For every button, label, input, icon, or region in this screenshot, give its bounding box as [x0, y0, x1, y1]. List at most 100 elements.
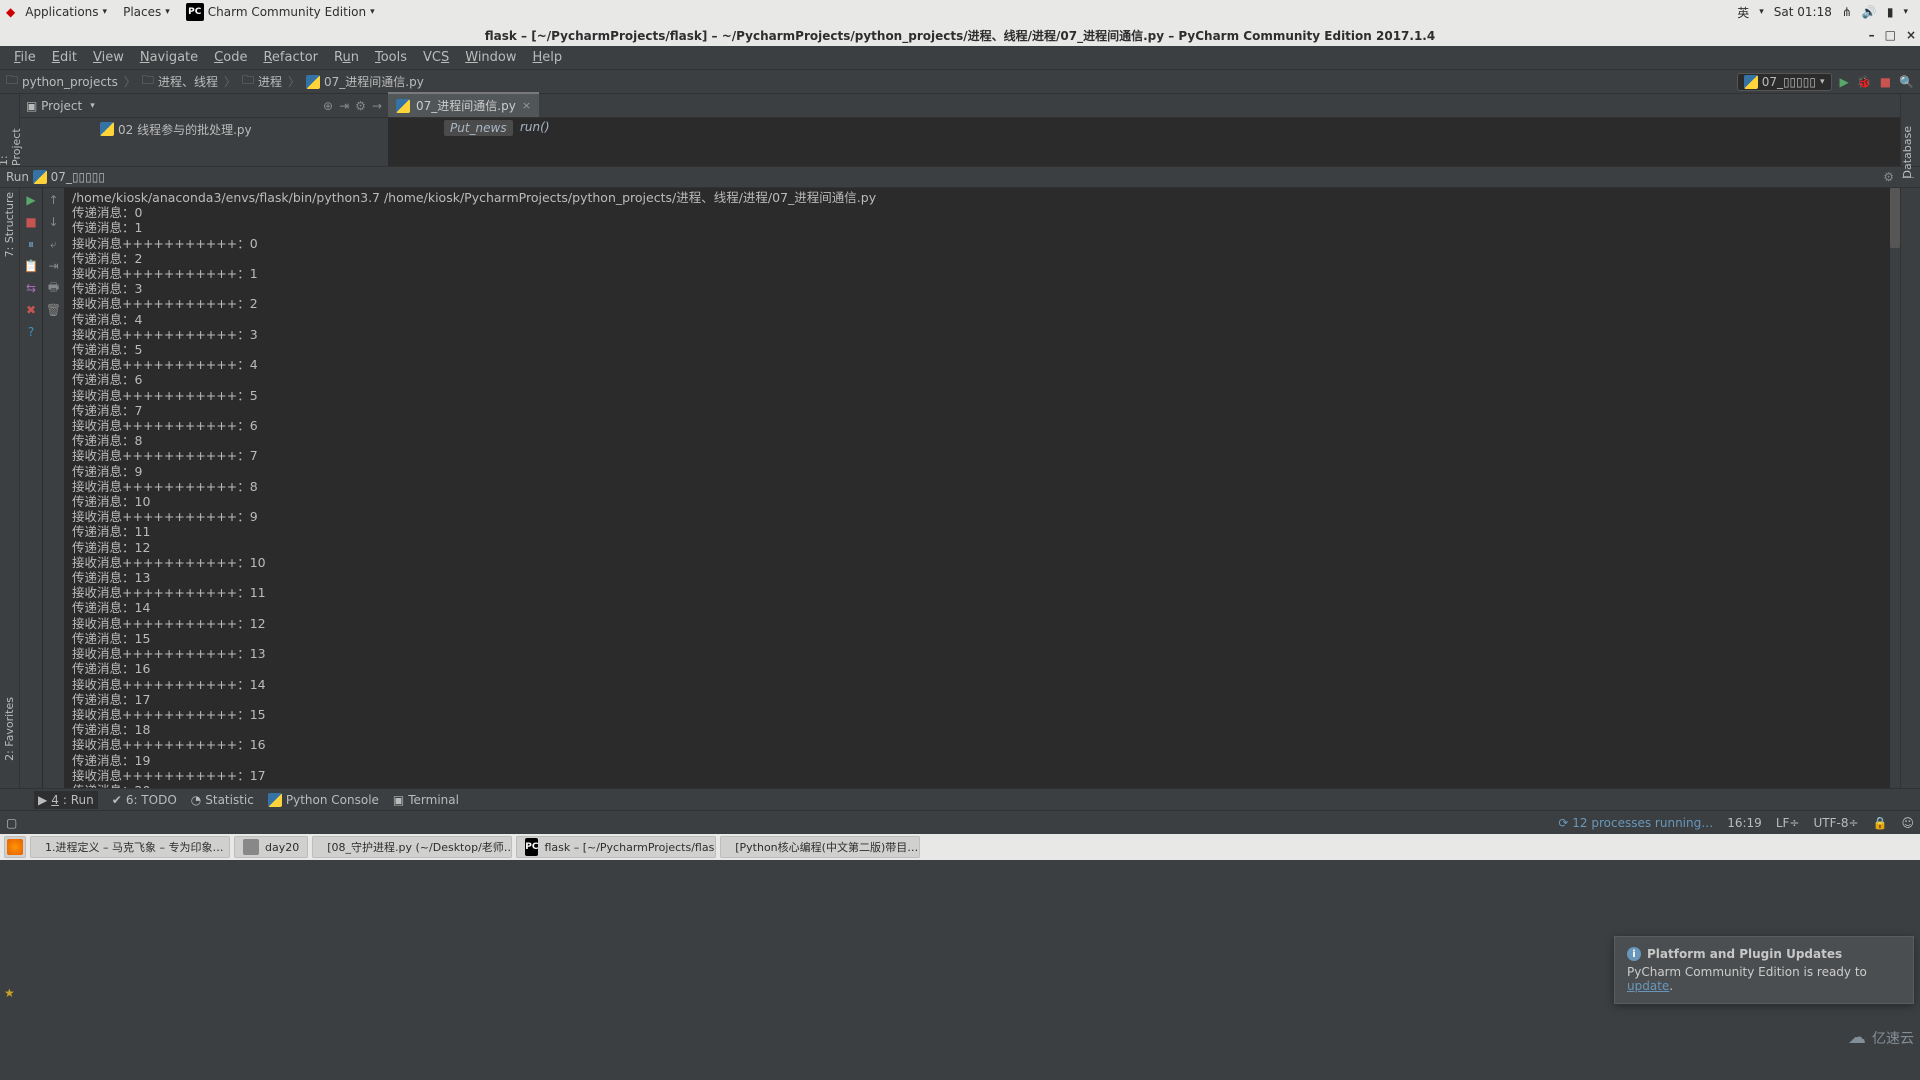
- editor-tabs: 07_进程间通信.py ×: [388, 94, 1900, 118]
- update-link[interactable]: update: [1627, 979, 1669, 993]
- bottom-tool-tabs: ▶ 4: 4: RunRun ✔ 6: TODO ◔ Statistic Pyt…: [0, 788, 1920, 810]
- settings-icon[interactable]: ⚙: [355, 99, 366, 113]
- network-icon[interactable]: ⋔: [1842, 5, 1852, 19]
- applications-menu[interactable]: Applications ▾: [19, 3, 113, 21]
- scroll-to-source-icon[interactable]: ⊕: [323, 99, 333, 113]
- close-tab-icon[interactable]: ×: [522, 99, 531, 112]
- menu-edit[interactable]: Edit: [44, 48, 85, 67]
- tab-project[interactable]: 1: Project: [0, 122, 23, 166]
- down-icon[interactable]: ↓: [46, 214, 62, 230]
- status-bar-toggle-icon[interactable]: ▢: [6, 816, 17, 830]
- settings-icon[interactable]: ⚙: [1883, 170, 1894, 184]
- left-tool-stripe: 1: Project: [0, 118, 20, 166]
- background-tasks[interactable]: ⟳ 12 processes running…: [1558, 816, 1713, 830]
- tab-run[interactable]: ▶ 4: 4: RunRun: [34, 791, 98, 809]
- code-breadcrumb-2[interactable]: run(): [520, 120, 550, 134]
- python-file-icon: [100, 122, 114, 136]
- clear-icon[interactable]: 🗑: [46, 302, 62, 318]
- navigation-bar: 🗀python_projects〉 🗀进程、线程〉 🗀进程〉 07_进程间通信.…: [0, 70, 1920, 94]
- taskbar-item-1[interactable]: 1.进程定义 – 马克飞象 – 专为印象…: [30, 836, 230, 858]
- help-icon[interactable]: ?: [23, 324, 39, 340]
- input-method-indicator[interactable]: 英: [1737, 4, 1749, 21]
- console-output[interactable]: /home/kiosk/anaconda3/envs/flask/bin/pyt…: [64, 188, 1900, 788]
- active-app-menu[interactable]: PC Charm Community Edition ▾: [180, 1, 381, 23]
- taskbar-item-5[interactable]: [Python核心编程(中文第二版)带目…: [720, 836, 920, 858]
- firefox-icon: [7, 839, 23, 855]
- run-tool-window: 7: Structure 2: Favorites ★ ▶ ■ ⏸ 📋 ⇆ ✖ …: [0, 188, 1920, 788]
- window-title-bar: flask – [~/PycharmProjects/flask] – ~/Py…: [0, 24, 1920, 46]
- code-breadcrumb-1[interactable]: Put_news: [444, 120, 513, 136]
- hektor-icon[interactable]: ☺: [1901, 816, 1914, 830]
- dropdown-icon[interactable]: ▾: [90, 101, 95, 111]
- print-icon[interactable]: 🖶: [46, 280, 62, 296]
- tab-structure[interactable]: 7: Structure: [3, 192, 16, 257]
- desktop-top-bar: ◆ Applications ▾ Places ▾ PC Charm Commu…: [0, 0, 1920, 24]
- editor-tab-active[interactable]: 07_进程间通信.py ×: [388, 92, 539, 117]
- folder-icon: 🗀: [142, 71, 154, 92]
- search-everywhere-button[interactable]: 🔍: [1899, 75, 1914, 89]
- menu-window[interactable]: Window: [457, 48, 524, 67]
- menu-refactor[interactable]: Refactor: [255, 48, 326, 67]
- menu-code[interactable]: Code: [206, 48, 255, 67]
- close-icon[interactable]: ✖: [23, 302, 39, 318]
- stop-button[interactable]: ■: [1880, 75, 1891, 89]
- dump-threads-icon[interactable]: 📋: [23, 258, 39, 274]
- minimize-button[interactable]: –: [1869, 28, 1875, 42]
- python-file-icon: [33, 170, 47, 184]
- volume-icon[interactable]: 🔊: [1862, 5, 1877, 19]
- line-separator[interactable]: LF÷: [1776, 816, 1800, 830]
- caret-position[interactable]: 16:19: [1727, 816, 1762, 830]
- project-view-selector[interactable]: ▣ Project: [26, 99, 82, 113]
- tab-statistic[interactable]: ◔ Statistic: [191, 793, 254, 807]
- menu-navigate[interactable]: Navigate: [132, 48, 206, 67]
- menu-tools[interactable]: Tools: [367, 48, 415, 67]
- pycharm-icon: PC: [525, 838, 538, 856]
- editor-area[interactable]: Put_news run(): [388, 118, 1900, 166]
- run-button[interactable]: ▶: [1840, 75, 1849, 89]
- run-config-selector[interactable]: 07_▯▯▯▯▯ ▾: [1737, 73, 1832, 91]
- collapse-all-icon[interactable]: ⇥: [339, 99, 349, 113]
- tab-terminal[interactable]: ▣ Terminal: [393, 793, 459, 807]
- file-encoding[interactable]: UTF-8÷: [1813, 816, 1858, 830]
- crumb-file[interactable]: 07_进程间通信.py: [306, 73, 424, 90]
- tab-favorites[interactable]: 2: Favorites: [3, 697, 16, 761]
- menu-view[interactable]: View: [85, 48, 132, 67]
- stop-button[interactable]: ■: [23, 214, 39, 230]
- project-tree-item[interactable]: 02 线程参与的批处理.py: [20, 118, 388, 140]
- notification-balloon[interactable]: iPlatform and Plugin Updates PyCharm Com…: [1614, 936, 1914, 1004]
- hide-icon[interactable]: →: [372, 99, 382, 113]
- up-icon[interactable]: ↑: [46, 192, 62, 208]
- crumb-folder-2[interactable]: 🗀进程: [242, 71, 282, 92]
- scroll-to-end-icon[interactable]: ⇥: [46, 258, 62, 274]
- maximize-button[interactable]: □: [1885, 28, 1896, 42]
- main-menu-bar: File Edit View Navigate Code Refactor Ru…: [0, 46, 1920, 70]
- menu-file[interactable]: File: [6, 48, 44, 67]
- tab-database[interactable]: Database: [1901, 126, 1914, 179]
- notification-title: Platform and Plugin Updates: [1647, 947, 1842, 961]
- menu-help[interactable]: Help: [525, 48, 571, 67]
- taskbar-firefox[interactable]: [4, 836, 26, 858]
- tab-todo[interactable]: ✔ 6: TODO: [112, 793, 177, 807]
- notification-body: PyCharm Community Edition is ready to: [1627, 965, 1867, 979]
- lock-icon[interactable]: 🔒: [1873, 816, 1888, 830]
- taskbar-item-4[interactable]: PCflask – [~/PycharmProjects/flask] …: [516, 836, 716, 858]
- console-scrollbar[interactable]: [1890, 188, 1900, 788]
- battery-icon[interactable]: ▮: [1887, 5, 1894, 19]
- places-menu[interactable]: Places ▾: [117, 3, 176, 21]
- cloud-icon: ☁: [1848, 1027, 1866, 1048]
- rerun-button[interactable]: ▶: [23, 192, 39, 208]
- crumb-folder-1[interactable]: 🗀进程、线程: [142, 71, 218, 92]
- soft-wrap-icon[interactable]: ⤶: [46, 236, 62, 252]
- crumb-root[interactable]: 🗀python_projects: [6, 71, 118, 92]
- close-button[interactable]: ×: [1906, 28, 1916, 42]
- window-title: flask – [~/PycharmProjects/flask] – ~/Py…: [485, 27, 1435, 44]
- taskbar-item-2[interactable]: day20: [234, 836, 308, 858]
- menu-run[interactable]: Run: [326, 48, 367, 67]
- tab-python-console[interactable]: Python Console: [268, 793, 379, 807]
- clock[interactable]: Sat 01:18: [1774, 5, 1832, 19]
- debug-button[interactable]: 🐞: [1857, 75, 1872, 89]
- menu-vcs[interactable]: VCS: [415, 48, 457, 67]
- taskbar-item-3[interactable]: [08_守护进程.py (~/Desktop/老师…: [312, 836, 512, 858]
- pause-button[interactable]: ⏸: [23, 236, 39, 252]
- restore-layout-icon[interactable]: ⇆: [23, 280, 39, 296]
